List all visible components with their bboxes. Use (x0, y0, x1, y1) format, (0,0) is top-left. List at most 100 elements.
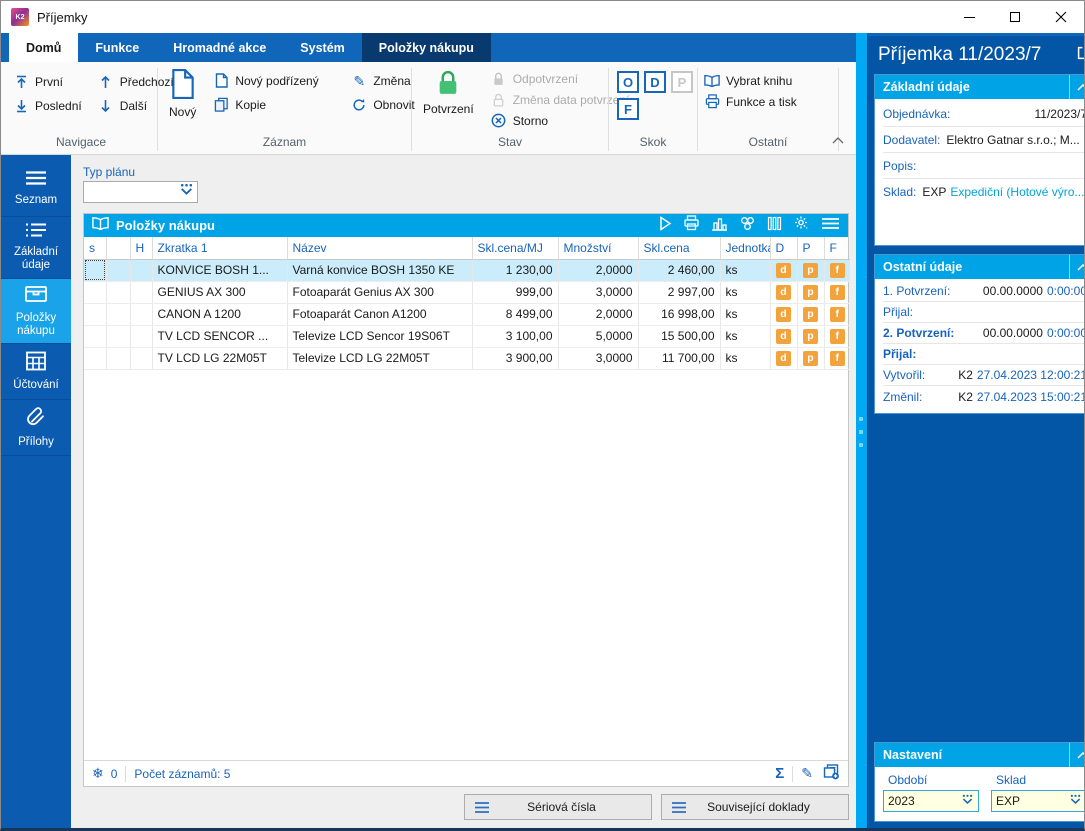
collapse-section-button[interactable] (1069, 75, 1085, 99)
open-in-window-icon[interactable] (1077, 44, 1085, 66)
group-label-navigace: Navigace (5, 135, 157, 154)
items-grid: Položky nákupu (83, 213, 849, 787)
panel-splitter[interactable] (856, 33, 867, 828)
table-row[interactable]: CANON A 1200 Fotoaparát Canon A1200 8 49… (84, 303, 850, 325)
warehouse-field: Sklad EXP (991, 770, 1085, 812)
col-header-nazev[interactable]: Název (287, 237, 472, 259)
chevron-up-icon (1077, 264, 1085, 271)
columns-icon[interactable] (767, 216, 782, 236)
p-flag-badge[interactable]: p (803, 351, 818, 366)
refresh-icon (351, 97, 367, 113)
f-flag-badge[interactable]: f (830, 351, 845, 366)
tab-domu[interactable]: Domů (9, 33, 78, 62)
arrow-to-bottom-icon (13, 98, 29, 114)
collapse-ribbon-button[interactable] (832, 131, 844, 149)
new-record-button[interactable]: Nový (158, 66, 207, 119)
p-flag-badge[interactable]: p (803, 329, 818, 344)
sidebar-item-label: Položky nákupu (3, 312, 69, 338)
jump-o-button[interactable]: O (617, 71, 639, 93)
ribbon-group-stav: Potvrzení Odpotvrzení Změna data potvrze… (412, 62, 608, 154)
close-button[interactable] (1038, 1, 1084, 33)
storno-label: Storno (513, 114, 548, 128)
chart-icon[interactable] (711, 216, 728, 236)
p-flag-badge[interactable]: p (803, 285, 818, 300)
select-book-button[interactable]: Vybrat knihu (698, 70, 803, 91)
jump-f-button[interactable]: F (617, 98, 639, 120)
col-header-empty[interactable] (106, 237, 130, 259)
button-menu-icon (671, 801, 687, 814)
refresh-button[interactable]: Obnovit (345, 93, 420, 116)
cluster-icon[interactable] (739, 216, 756, 236)
first-record-button[interactable]: První (7, 70, 88, 93)
confirm-button[interactable]: Potvrzení (412, 66, 485, 116)
chevron-up-icon (832, 137, 844, 144)
jump-d-button[interactable]: D (644, 71, 666, 93)
snowflake-icon[interactable]: ❄ (92, 765, 104, 782)
col-header-p[interactable]: P (797, 237, 824, 259)
new-child-button[interactable]: Nový podřízený (207, 69, 345, 92)
f-flag-badge[interactable]: f (830, 285, 845, 300)
unconfirm-label: Odpotvrzení (513, 72, 578, 86)
cell-zkratka: KONVICE BOSH 1... (152, 259, 287, 281)
tab-funkce[interactable]: Funkce (78, 33, 156, 62)
d-flag-badge[interactable]: d (776, 307, 791, 322)
p-flag-badge[interactable]: p (803, 263, 818, 278)
d-flag-badge[interactable]: d (776, 329, 791, 344)
change-label: Změna (373, 74, 410, 88)
change-button[interactable]: ✎ Změna (345, 69, 420, 92)
run-icon[interactable] (659, 216, 672, 236)
related-documents-button[interactable]: Související doklady (661, 794, 849, 820)
table-row[interactable]: KONVICE BOSH 1... Varná konvice BOSH 135… (84, 259, 850, 281)
col-header-mnozstvi[interactable]: Množství (558, 237, 638, 259)
tab-polozky-nakupu[interactable]: Položky nákupu (362, 33, 491, 62)
print-icon[interactable] (683, 215, 700, 236)
f-flag-badge[interactable]: f (830, 307, 845, 322)
col-header-jednotka[interactable]: Jednotka (720, 237, 770, 259)
grid-empty-area (84, 370, 848, 761)
d-flag-badge[interactable]: d (776, 263, 791, 278)
plan-type-select[interactable] (83, 181, 198, 203)
col-header-zkratka[interactable]: Zkratka 1 (152, 237, 287, 259)
table-row[interactable]: GENIUS AX 300 Fotoaparát Genius AX 300 9… (84, 281, 850, 303)
settings-gear-icon[interactable] (793, 215, 810, 236)
d-flag-badge[interactable]: d (776, 285, 791, 300)
copy-button[interactable]: Kopie (207, 93, 345, 116)
collapse-section-button[interactable] (1069, 743, 1085, 767)
p-flag-badge[interactable]: p (803, 307, 818, 322)
add-document-icon[interactable] (823, 764, 840, 783)
col-header-skl-cena[interactable]: Skl.cena (638, 237, 720, 259)
cell-nazev: Fotoaparát Genius AX 300 (287, 281, 472, 303)
col-header-s[interactable]: s (84, 237, 106, 259)
f-flag-badge[interactable]: f (830, 329, 845, 344)
col-header-f[interactable]: F (824, 237, 850, 259)
sidebar-item-prilohy[interactable]: Přílohy (1, 400, 71, 456)
f-flag-badge[interactable]: f (830, 263, 845, 278)
table-row[interactable]: TV LCD LG 22M05T Televize LCD LG 22M05T … (84, 347, 850, 369)
sidebar-item-seznam[interactable]: Seznam (1, 161, 71, 217)
pencil-icon: ✎ (351, 73, 367, 89)
edit-icon[interactable]: ✎ (801, 765, 813, 782)
d-flag-badge[interactable]: d (776, 351, 791, 366)
tab-system[interactable]: Systém (283, 33, 361, 62)
tab-hromadne-akce[interactable]: Hromadné akce (156, 33, 283, 62)
cell-zkratka: TV LCD SENCOR ... (152, 325, 287, 347)
last-record-button[interactable]: Poslední (7, 94, 88, 117)
period-select[interactable]: 2023 (883, 790, 979, 812)
maximize-button[interactable] (992, 1, 1038, 33)
col-header-skl-cena-mj[interactable]: Skl.cena/MJ (472, 237, 558, 259)
footer-divider (125, 766, 126, 782)
sum-icon[interactable]: Σ (775, 765, 784, 782)
new-record-label: Nový (169, 105, 196, 119)
sidebar-item-zakladni-udaje[interactable]: Základní údaje (1, 217, 71, 279)
warehouse-select[interactable]: EXP (991, 790, 1085, 812)
collapse-section-button[interactable] (1069, 255, 1085, 279)
table-row[interactable]: TV LCD SENCOR ... Televize LCD Sencor 19… (84, 325, 850, 347)
grid-menu-icon[interactable] (821, 217, 840, 235)
sidebar-item-polozky-nakupu[interactable]: Položky nákupu (1, 279, 71, 345)
sidebar-item-uctovani[interactable]: Účtování (1, 344, 71, 400)
functions-print-button[interactable]: Funkce a tisk (698, 91, 803, 112)
serial-numbers-button[interactable]: Sériová čísla (464, 794, 652, 820)
col-header-d[interactable]: D (770, 237, 797, 259)
minimize-button[interactable] (946, 1, 992, 33)
col-header-h[interactable]: H (130, 237, 152, 259)
